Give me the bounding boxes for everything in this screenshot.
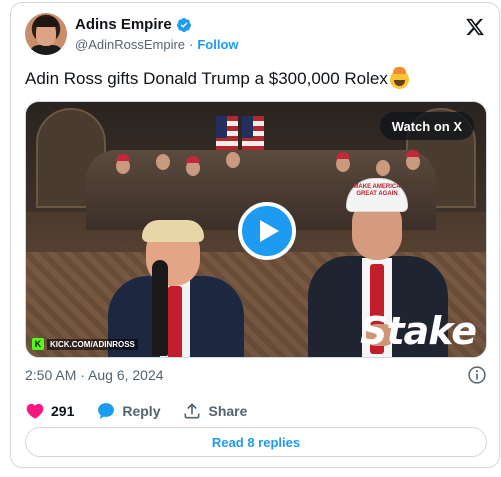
reply-bubble-icon: [98, 403, 115, 419]
author-name-line: Adins Empire: [75, 16, 192, 33]
share-label: Share: [208, 403, 248, 419]
kick-logo-icon: K: [32, 338, 44, 350]
play-button[interactable]: [238, 202, 296, 260]
reply-label: Reply: [122, 403, 161, 419]
share-icon: [184, 403, 200, 419]
microphone: [152, 260, 168, 356]
verified-badge-icon: [176, 17, 191, 32]
separator: ·: [189, 37, 194, 52]
video-player[interactable]: MAKE AMERICA GREAT AGAIN Watch on X K KI…: [25, 101, 487, 358]
x-logo-icon[interactable]: [465, 17, 485, 37]
tweet-card: Adins Empire @AdinRossEmpire · Follow Ad…: [10, 2, 500, 468]
heart-icon: [26, 403, 44, 419]
author-name[interactable]: Adins Empire: [75, 16, 172, 33]
reply-button[interactable]: Reply: [96, 401, 160, 421]
kick-watermark: K KICK.COM/ADINROSS: [32, 337, 138, 351]
stake-watermark: Stake: [360, 309, 477, 353]
avatar[interactable]: [25, 13, 67, 55]
share-button[interactable]: Share: [182, 401, 247, 421]
cap-text: MAKE AMERICA GREAT AGAIN: [353, 184, 401, 197]
tweet-text-content: Adin Ross gifts Donald Trump a $300,000 …: [25, 69, 388, 88]
play-icon: [260, 220, 279, 242]
author-handle[interactable]: @AdinRossEmpire: [75, 37, 185, 52]
follow-button[interactable]: Follow: [197, 37, 238, 52]
tweet-timestamp[interactable]: 2:50 AM · Aug 6, 2024: [25, 367, 164, 383]
tweet-actions: 291 Reply Share: [25, 399, 269, 423]
exploding-head-emoji-icon: [389, 66, 409, 89]
author-handle-line: @AdinRossEmpire · Follow: [75, 37, 239, 52]
watch-on-x-button[interactable]: Watch on X: [379, 112, 474, 140]
info-icon[interactable]: [467, 365, 487, 385]
read-replies-button[interactable]: Read 8 replies: [25, 427, 487, 457]
like-button[interactable]: 291: [25, 401, 74, 421]
tweet-header: Adins Empire @AdinRossEmpire · Follow: [25, 13, 487, 57]
like-count: 291: [51, 403, 75, 419]
kick-url: KICK.COM/ADINROSS: [47, 338, 138, 350]
tweet-text: Adin Ross gifts Donald Trump a $300,000 …: [25, 66, 409, 89]
